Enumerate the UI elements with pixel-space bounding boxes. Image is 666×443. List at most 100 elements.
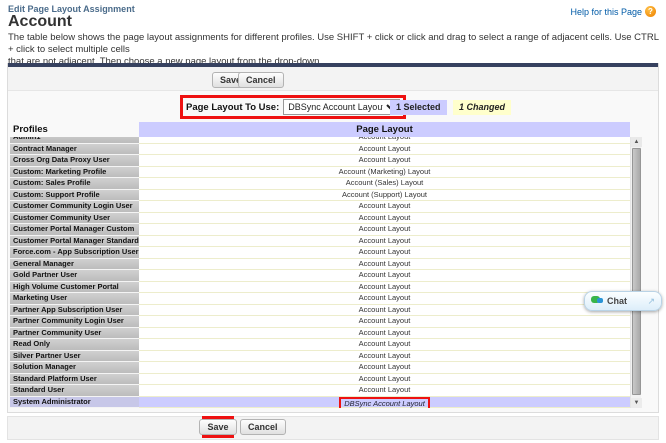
profile-name-cell: Customer Community User [10,213,139,225]
page-layout-cell[interactable]: Account Layout [139,155,630,167]
page-layout-cell[interactable]: Account Layout [139,328,630,340]
selected-count-badge: 1 Selected [390,100,447,115]
page-layout-value: Account Layout [359,144,411,155]
page-layout-column-header: Page Layout [139,122,630,137]
table-row: Read Only Account Layout [10,339,630,351]
profile-name-cell: Read Only [10,339,139,351]
table-row: Partner Community User Account Layout [10,328,630,340]
table-row: Partner Community Login User Account Lay… [10,316,630,328]
annotation-box-save: Save [202,416,234,438]
scrollbar-down-icon[interactable]: ▼ [631,398,642,408]
table-scrollbar[interactable]: ▲ ▼ [630,137,641,408]
page-layout-cell[interactable]: Account Layout [139,282,630,294]
help-link[interactable]: Help for this Page ? [570,6,656,17]
save-button-bottom[interactable]: Save [199,419,236,435]
page-layout-value: Account Layout [359,201,411,212]
page-layout-value: Account Layout [359,282,411,293]
profile-name-cell: Marketing User [10,293,139,305]
page-layout-value: Account Layout [359,339,411,350]
page-layout-cell[interactable]: Account Layout [139,270,630,282]
profile-name-cell: Solution Manager [10,362,139,374]
profile-name-cell: Force.com - App Subscription User [10,247,139,259]
popout-arrow-icon[interactable]: ↗ [647,296,655,307]
profile-name-cell: Customer Portal Manager Standard [10,236,139,248]
page-layout-value: Account Layout [359,362,411,373]
table-row: Custom: Sales Profile Account (Sales) La… [10,178,630,190]
page-layout-cell[interactable]: Account Layout [139,316,630,328]
page-layout-cell[interactable]: Account Layout [139,374,630,386]
table-header: Profiles Page Layout [10,122,630,137]
page-layout-cell[interactable]: Account Layout [139,293,630,305]
page-layout-cell[interactable]: Account Layout [139,385,630,397]
page-layout-cell[interactable]: Account Layout [139,305,630,317]
page-layout-value: Account Layout [359,305,411,316]
table-row: Customer Community User Account Layout [10,213,630,225]
profile-name-cell: Partner Community User [10,328,139,340]
chat-widget[interactable]: Chat ↗ [584,291,662,311]
page-layout-value: Account Layout [359,316,411,327]
page-layout-value: Account Layout [359,351,411,362]
profile-name-cell: Cross Org Data Proxy User [10,155,139,167]
page-layout-value: Account Layout [359,247,411,258]
page-layout-value: Account Layout [359,385,411,396]
page-layout-cell[interactable]: Account Layout [139,213,630,225]
profile-name-cell: Contract Manager [10,144,139,156]
page-layout-cell[interactable]: Account (Sales) Layout [139,178,630,190]
profiles-column-header: Profiles [10,122,139,137]
profile-name-cell: Partner Community Login User [10,316,139,328]
profile-name-cell: Standard User [10,385,139,397]
profile-table: Admin1 Account Layout Contract Manager A… [10,137,630,408]
page-layout-cell[interactable]: Account Layout [139,362,630,374]
page-layout-cell[interactable]: Account Layout [139,247,630,259]
profile-name-cell: General Manager [10,259,139,271]
page-layout-value: Account Layout [359,259,411,270]
page-layout-value: Account Layout [359,328,411,339]
scrollbar-up-icon[interactable]: ▲ [631,137,642,147]
table-row: General Manager Account Layout [10,259,630,271]
profile-name-cell: High Volume Customer Portal [10,282,139,294]
profile-name-cell: Standard Platform User [10,374,139,386]
table-row: System Administrator DBSync Account Layo… [10,397,630,409]
page-layout-select[interactable]: DBSync Account Layout [283,99,400,115]
page-layout-value: Account Layout [359,137,411,143]
page-layout-cell[interactable]: Account Layout [139,144,630,156]
table-row: Standard Platform User Account Layout [10,374,630,386]
profile-name-cell: Custom: Sales Profile [10,178,139,190]
table-row: Force.com - App Subscription User Accoun… [10,247,630,259]
page-layout-cell[interactable]: Account (Marketing) Layout [139,167,630,179]
cancel-button-bottom[interactable]: Cancel [240,419,286,435]
help-icon[interactable]: ? [645,6,656,17]
scrollbar-thumb[interactable] [632,148,641,395]
page-layout-cell[interactable]: Account Layout [139,351,630,363]
table-row: Customer Portal Manager Standard Account… [10,236,630,248]
page-layout-cell[interactable]: Account Layout [139,201,630,213]
bottom-toolbar [7,416,659,440]
page-layout-value: Account Layout [359,374,411,385]
page-layout-cell[interactable]: Account Layout [139,224,630,236]
page-layout-value: Account (Support) Layout [342,190,427,201]
table-rows: Admin1 Account Layout Contract Manager A… [10,137,630,408]
chat-label: Chat [607,296,643,306]
page-layout-cell[interactable]: Account Layout [139,236,630,248]
table-row: High Volume Customer Portal Account Layo… [10,282,630,294]
help-link-label: Help for this Page [570,7,642,17]
profile-name-cell: Partner App Subscription User [10,305,139,317]
page-layout-value: Account Layout [359,224,411,235]
page-layout-cell[interactable]: Account (Support) Layout [139,190,630,202]
profile-name-cell: Custom: Support Profile [10,190,139,202]
table-row: Customer Community Login User Account La… [10,201,630,213]
page: Edit Page Layout Assignment Account Help… [0,0,666,443]
table-row: Cross Org Data Proxy User Account Layout [10,155,630,167]
page-layout-cell[interactable]: Account Layout [139,339,630,351]
page-title: Account [8,13,72,31]
changed-count-badge: 1 Changed [453,100,511,115]
cancel-button-top[interactable]: Cancel [238,72,284,88]
table-row: Contract Manager Account Layout [10,144,630,156]
table-row: Customer Portal Manager Custom Account L… [10,224,630,236]
profile-name-cell: System Administrator [10,397,139,409]
profile-name-cell: Gold Partner User [10,270,139,282]
page-layout-value: Account Layout [359,293,411,304]
page-layout-cell[interactable]: DBSync Account Layout [139,397,630,409]
description-line-1: The table below shows the page layout as… [8,32,662,56]
page-layout-cell[interactable]: Account Layout [139,259,630,271]
